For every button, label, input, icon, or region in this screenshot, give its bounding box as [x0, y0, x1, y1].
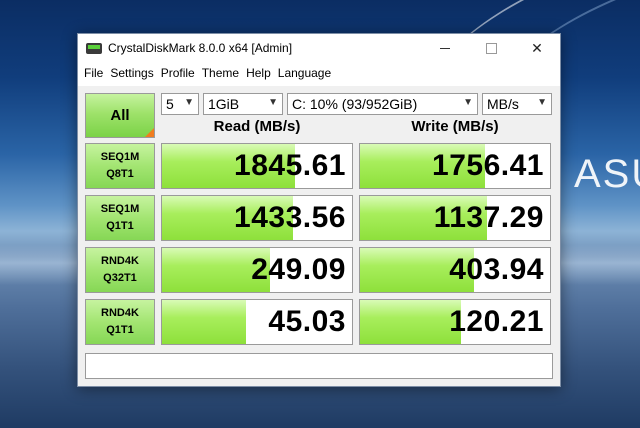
comment-field[interactable] — [85, 353, 553, 379]
read-value: 249.09 — [251, 253, 346, 286]
test-count-value: 5 — [166, 96, 174, 112]
unit-value: MB/s — [487, 96, 519, 112]
window-title: CrystalDiskMark 8.0.0 x64 [Admin] — [108, 41, 293, 55]
title-bar[interactable]: CrystalDiskMark 8.0.0 x64 [Admin] ✕ — [78, 34, 560, 62]
test-label-line2: Q32T1 — [103, 272, 137, 284]
test-label-line2: Q1T1 — [106, 220, 134, 232]
close-button[interactable]: ✕ — [514, 34, 560, 62]
run-all-button[interactable]: All — [85, 93, 155, 138]
read-value: 1433.56 — [234, 201, 346, 234]
read-result-cell: 45.03 — [161, 299, 353, 345]
write-value: 120.21 — [449, 305, 544, 338]
test-rnd4k-q32t1-button[interactable]: RND4K Q32T1 — [85, 247, 155, 293]
chevron-down-icon: ▼ — [463, 97, 473, 108]
menu-help[interactable]: Help — [243, 66, 274, 80]
maximize-icon — [485, 42, 497, 54]
app-disk-icon — [86, 41, 102, 55]
chevron-down-icon: ▼ — [537, 97, 547, 108]
read-value: 1845.61 — [234, 149, 346, 182]
test-label-line1: SEQ1M — [100, 151, 140, 163]
test-label-line1: RND4K — [101, 307, 139, 319]
test-label-line2: Q8T1 — [106, 168, 134, 180]
corner-marker-icon — [145, 128, 154, 137]
read-result-cell: 249.09 — [161, 247, 353, 293]
test-label-line1: SEQ1M — [100, 203, 140, 215]
test-count-select[interactable]: 5 ▼ — [161, 93, 199, 115]
write-result-cell: 1137.29 — [359, 195, 551, 241]
minimize-button[interactable] — [422, 34, 468, 62]
menu-profile[interactable]: Profile — [158, 66, 198, 80]
test-size-select[interactable]: 1GiB ▼ — [203, 93, 283, 115]
desktop-brand-logo: ASU — [574, 152, 640, 196]
close-icon: ✕ — [531, 39, 543, 56]
write-bar — [360, 300, 461, 344]
read-column-header: Read (MB/s) — [213, 118, 301, 135]
read-result-cell: 1433.56 — [161, 195, 353, 241]
test-seq1m-q1t1-button[interactable]: SEQ1M Q1T1 — [85, 195, 155, 241]
write-result-cell: 1756.41 — [359, 143, 551, 189]
menu-settings[interactable]: Settings — [107, 66, 156, 80]
drive-value: C: 10% (93/952GiB) — [292, 96, 418, 112]
test-rnd4k-q1t1-button[interactable]: RND4K Q1T1 — [85, 299, 155, 345]
minimize-icon — [440, 47, 450, 49]
chevron-down-icon: ▼ — [268, 97, 278, 108]
read-result-cell: 1845.61 — [161, 143, 353, 189]
menu-theme[interactable]: Theme — [199, 66, 242, 80]
test-seq1m-q8t1-button[interactable]: SEQ1M Q8T1 — [85, 143, 155, 189]
test-label-line2: Q1T1 — [106, 324, 134, 336]
menu-file[interactable]: File — [81, 66, 106, 80]
chevron-down-icon: ▼ — [184, 97, 194, 108]
drive-select[interactable]: C: 10% (93/952GiB) ▼ — [287, 93, 478, 115]
menu-bar: File Settings Profile Theme Help Languag… — [78, 62, 560, 83]
run-all-label: All — [110, 107, 130, 124]
maximize-button[interactable] — [468, 34, 514, 62]
read-bar — [162, 300, 246, 344]
unit-select[interactable]: MB/s ▼ — [482, 93, 552, 115]
write-value: 1756.41 — [432, 149, 544, 182]
test-label-line1: RND4K — [101, 255, 139, 267]
write-value: 403.94 — [449, 253, 544, 286]
write-column-header: Write (MB/s) — [411, 118, 499, 135]
menu-language[interactable]: Language — [275, 66, 334, 80]
read-value: 45.03 — [268, 305, 346, 338]
main-panel: All 5 ▼ 1GiB ▼ C: 10% (93/952GiB) ▼ MB/s… — [78, 86, 560, 386]
write-result-cell: 120.21 — [359, 299, 551, 345]
test-size-value: 1GiB — [208, 96, 240, 112]
write-value: 1137.29 — [433, 201, 544, 234]
crystaldiskmark-window: CrystalDiskMark 8.0.0 x64 [Admin] ✕ File… — [77, 33, 561, 387]
write-result-cell: 403.94 — [359, 247, 551, 293]
